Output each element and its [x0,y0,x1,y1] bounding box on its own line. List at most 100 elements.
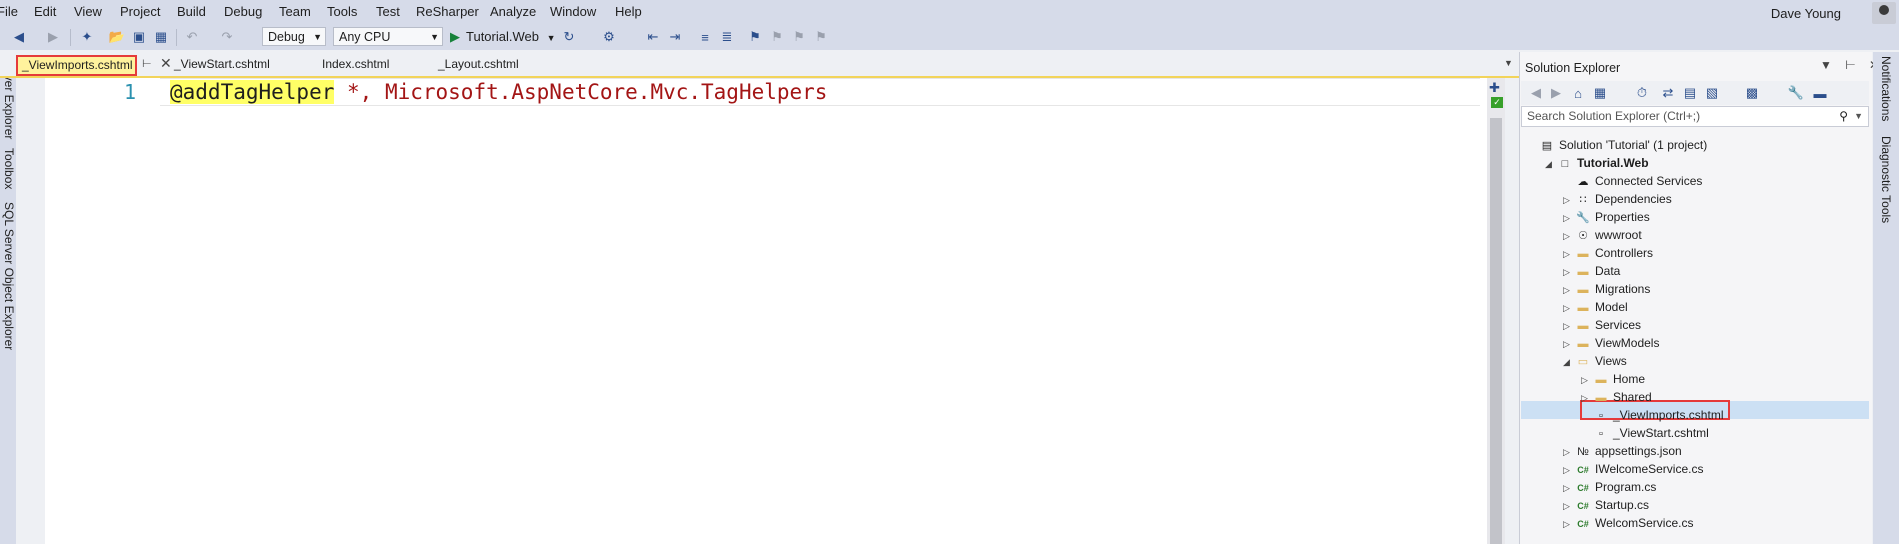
menu-help[interactable]: Help [615,4,642,19]
tree-item[interactable]: ▷ ▬ Data [1563,262,1620,280]
search-icon[interactable]: ⚲ [1839,107,1848,126]
menu-tools[interactable]: Tools [327,4,357,19]
collapsed-arrow-icon[interactable]: ▷ [1563,317,1575,335]
preview-icon[interactable]: ▩ [1743,84,1761,102]
menu-build[interactable]: Build [177,4,206,19]
pin-panel-icon[interactable]: ▬ [1811,84,1829,102]
menu-team[interactable]: Team [279,4,311,19]
collapse-all-icon[interactable]: ▤ [1681,84,1699,102]
clear-bookmarks-icon[interactable]: ⚑ [812,28,830,46]
collapsed-arrow-icon[interactable]: ▷ [1563,443,1575,461]
diagnostic-tools-tab[interactable]: Diagnostic Tools [1879,136,1893,223]
tree-item[interactable]: ▷ ▬ Services [1563,316,1641,334]
tree-item[interactable]: ▷ ▬ Shared [1581,388,1652,406]
open-file-icon[interactable]: 📂 [108,28,126,46]
tree-item[interactable]: ▫ _ViewImports.cshtml [1581,406,1723,424]
tree-item[interactable]: ☁ Connected Services [1563,172,1703,190]
tree-item[interactable]: ▷ ∷ Dependencies [1563,190,1672,208]
menu-debug[interactable]: Debug [224,4,262,19]
tree-item[interactable]: ◢ □ Tutorial.Web [1545,154,1649,172]
collapsed-arrow-icon[interactable]: ▷ [1563,281,1575,299]
next-bookmark-icon[interactable]: ⚑ [790,28,808,46]
pin-icon[interactable]: ⊢ [142,57,152,70]
forward-icon[interactable]: ▶ [1547,84,1565,102]
comment-icon[interactable]: ≡ [696,28,714,46]
avatar[interactable] [1872,2,1896,24]
tree-item[interactable]: ▫ _ViewStart.cshtml [1581,424,1709,442]
tree-item[interactable]: ▷ C# Program.cs [1563,478,1656,496]
sql-server-object-explorer-tab[interactable]: SQL Server Object Explorer [2,202,16,350]
uncomment-icon[interactable]: ≣ [718,28,736,46]
tree-item[interactable]: ▷ C# IWelcomeService.cs [1563,460,1703,478]
menu-file[interactable]: File [0,4,18,19]
tab-overflow-chevron-icon[interactable]: ▼ [1504,58,1513,68]
chevron-down-icon[interactable]: ▼ [1854,107,1863,126]
collapsed-arrow-icon[interactable]: ▷ [1581,371,1593,389]
code-editor[interactable] [17,78,1487,544]
tree-item[interactable]: ▷ ▬ Migrations [1563,280,1650,298]
expanded-arrow-icon[interactable]: ◢ [1563,353,1575,371]
collapsed-arrow-icon[interactable]: ▷ [1563,245,1575,263]
notifications-tab[interactable]: Notifications [1879,56,1893,121]
menu-project[interactable]: Project [120,4,160,19]
collapsed-arrow-icon[interactable]: ▷ [1563,461,1575,479]
user-name[interactable]: Dave Young [1771,6,1841,21]
save-all-icon[interactable]: ▦ [152,28,170,46]
collapsed-arrow-icon[interactable]: ▷ [1563,299,1575,317]
forward-icon[interactable]: ▶ [44,28,62,46]
split-editor-icon[interactable]: ✚ [1489,80,1500,96]
close-icon[interactable]: ✕ [160,55,172,72]
tree-item[interactable]: ▤ Solution 'Tutorial' (1 project) [1527,136,1707,154]
toolbox-tab[interactable]: Toolbox [2,148,16,189]
home-icon[interactable]: ⌂ [1569,84,1587,102]
collapsed-arrow-icon[interactable]: ▷ [1581,389,1593,407]
configuration-dropdown[interactable]: Debug ▼ [262,27,326,46]
tree-item[interactable]: ▷ C# WelcomService.cs [1563,514,1693,532]
indent-icon[interactable]: ⇤ [644,28,662,46]
new-project-icon[interactable]: ✦ [78,28,96,46]
tab-layout[interactable]: _Layout.cshtml [438,57,519,71]
tree-item[interactable]: ▷ 🔧 Properties [1563,208,1650,226]
collapsed-arrow-icon[interactable]: ▷ [1563,209,1575,227]
tab-index[interactable]: Index.cshtml [322,57,389,71]
bookmark-icon[interactable]: ⚑ [746,28,764,46]
tab-viewstart[interactable]: _ViewStart.cshtml [174,57,270,71]
tree-item[interactable]: ▷ ▬ Controllers [1563,244,1653,262]
tree-item[interactable]: ▷ № appsettings.json [1563,442,1682,460]
code-line[interactable]: @addTagHelper *, Microsoft.AspNetCore.Mv… [170,78,827,106]
expanded-arrow-icon[interactable]: ◢ [1545,155,1557,173]
platform-dropdown[interactable]: Any CPU ▼ [333,27,443,46]
menu-window[interactable]: Window [550,4,596,19]
menu-edit[interactable]: Edit [34,4,56,19]
scrollbar-thumb[interactable] [1490,118,1502,544]
tree-item[interactable]: ▷ ☉ wwwroot [1563,226,1642,244]
tree-item[interactable]: ◢ ▭ Views [1563,352,1627,370]
tab-viewimports-active[interactable]: _ViewImports.cshtml [16,55,137,76]
refresh-icon[interactable]: ↻ [560,28,578,46]
sync-icon[interactable]: ⇄ [1659,84,1677,102]
collapsed-arrow-icon[interactable]: ▷ [1563,227,1575,245]
prev-bookmark-icon[interactable]: ⚑ [768,28,786,46]
editor-scrollbar[interactable] [1487,78,1505,544]
menu-view[interactable]: View [74,4,102,19]
solution-explorer-search[interactable]: Search Solution Explorer (Ctrl+;) ⚲ ▼ [1521,106,1869,127]
save-icon[interactable]: ▣ [130,28,148,46]
collapsed-arrow-icon[interactable]: ▷ [1563,335,1575,353]
undo-icon[interactable]: ↶ [183,28,201,46]
run-button[interactable]: ▶ Tutorial.Web ▼ [450,27,556,47]
collapsed-arrow-icon[interactable]: ▷ [1563,191,1575,209]
outdent-icon[interactable]: ⇥ [666,28,684,46]
menu-analyze[interactable]: Analyze [490,4,536,19]
tree-item[interactable]: ▷ C# Startup.cs [1563,496,1649,514]
properties-wrench-icon[interactable]: 🔧 [1787,84,1805,102]
tree-item[interactable]: ▷ ▬ Home [1581,370,1645,388]
back-icon[interactable]: ◀ [1527,84,1545,102]
switch-views-icon[interactable]: ▦ [1591,84,1609,102]
tree-item[interactable]: ▷ ▬ ViewModels [1563,334,1659,352]
tree-item[interactable]: ▷ ▬ Model [1563,298,1628,316]
pending-changes-icon[interactable]: ⏱ [1633,84,1651,102]
menu-test[interactable]: Test [376,4,400,19]
menu-resharper[interactable]: ReSharper [416,4,479,19]
redo-icon[interactable]: ↷ [218,28,236,46]
collapsed-arrow-icon[interactable]: ▷ [1563,263,1575,281]
